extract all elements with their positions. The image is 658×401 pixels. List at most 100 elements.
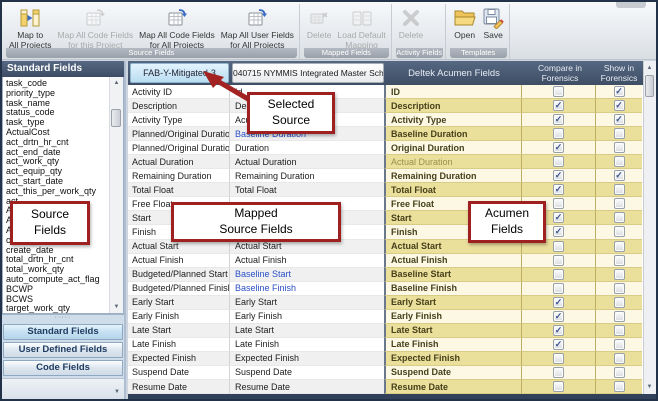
list-item[interactable]: act_this_per_work_qty <box>6 187 109 197</box>
mapped-field-cell[interactable]: Baseline Start <box>230 268 384 282</box>
show-checkbox[interactable]: ✓ <box>614 86 625 97</box>
compare-checkbox[interactable]: ✓ <box>553 226 564 237</box>
mapped-field-cell[interactable]: Remaining Duration <box>230 169 384 183</box>
show-checkbox[interactable] <box>614 184 625 195</box>
mapped-field-cell[interactable]: Early Finish <box>230 310 384 324</box>
save-button[interactable]: Save <box>480 4 507 43</box>
source-field-cell[interactable]: Actual Duration <box>128 155 230 169</box>
source-field-cell[interactable]: Budgeted/Planned Start <box>128 268 230 282</box>
compare-checkbox[interactable]: ✓ <box>553 170 564 181</box>
show-checkbox[interactable] <box>614 128 625 139</box>
scrollbar-thumb[interactable] <box>645 75 654 97</box>
compare-checkbox[interactable] <box>553 128 564 139</box>
scroll-down-icon[interactable]: ▼ <box>110 301 123 313</box>
compare-checkbox[interactable]: ✓ <box>553 142 564 153</box>
compare-checkbox[interactable]: ✓ <box>553 114 564 125</box>
compare-cell: ✓ <box>522 141 596 155</box>
show-cell <box>596 225 642 239</box>
mapped-field-cell[interactable]: Actual Finish <box>230 254 384 268</box>
scrollbar-thumb[interactable] <box>111 109 121 127</box>
callout-mapped-source-fields: Mapped Source Fields <box>171 202 341 242</box>
map-all-code-fields-for-all-projects-button[interactable]: Map All Code Fields for All Projects <box>136 4 218 53</box>
show-checkbox[interactable] <box>614 255 625 266</box>
source-field-cell[interactable]: Activity Type <box>128 113 230 127</box>
source-field-cell[interactable]: Late Finish <box>128 338 230 352</box>
show-checkbox[interactable]: ✓ <box>614 100 625 111</box>
mapped-field-cell[interactable]: Resume Date <box>230 380 384 394</box>
mapped-field-cell[interactable]: Duration <box>230 141 384 155</box>
compare-checkbox[interactable] <box>553 283 564 294</box>
show-checkbox[interactable] <box>614 381 625 392</box>
compare-cell: ✓ <box>522 99 596 113</box>
show-checkbox[interactable]: ✓ <box>614 170 625 181</box>
source-field-cell[interactable]: Planned/Original Duration <box>128 141 230 155</box>
sidebar-tab-user-defined-fields[interactable]: User Defined Fields <box>3 342 123 358</box>
open-button[interactable]: Open <box>450 4 480 43</box>
show-checkbox[interactable] <box>614 325 625 336</box>
compare-checkbox[interactable]: ✓ <box>553 297 564 308</box>
source-field-cell[interactable]: Suspend Date <box>128 366 230 380</box>
show-checkbox[interactable] <box>614 311 625 322</box>
map-all-user-fields-for-all-projects-button[interactable]: Map All User Fields for All Projects <box>218 4 297 53</box>
show-checkbox[interactable] <box>614 198 625 209</box>
chevron-down-icon[interactable]: ▼ <box>114 389 120 395</box>
field-items: task_codepriority_typetask_namestatus_co… <box>6 79 109 314</box>
show-cell <box>596 155 642 169</box>
compare-checkbox[interactable] <box>553 255 564 266</box>
source-field-cell[interactable]: Remaining Duration <box>128 169 230 183</box>
source-field-cell[interactable]: Early Start <box>128 296 230 310</box>
show-checkbox[interactable] <box>614 241 625 252</box>
show-checkbox[interactable] <box>614 142 625 153</box>
source-field-cell[interactable]: Budgeted/Planned Finish <box>128 282 230 296</box>
source-field-cell[interactable]: Late Start <box>128 324 230 338</box>
source-field-cell[interactable]: Actual Finish <box>128 254 230 268</box>
compare-checkbox[interactable] <box>553 156 564 167</box>
compare-checkbox[interactable]: ✓ <box>553 100 564 111</box>
mapped-field-cell[interactable]: Late Start <box>230 324 384 338</box>
compare-checkbox[interactable]: ✓ <box>553 311 564 322</box>
compare-checkbox[interactable]: ✓ <box>553 325 564 336</box>
compare-checkbox[interactable] <box>553 241 564 252</box>
table-bottom-strip <box>128 394 656 399</box>
compare-checkbox[interactable] <box>553 353 564 364</box>
compare-checkbox[interactable] <box>553 269 564 280</box>
show-checkbox[interactable] <box>614 156 625 167</box>
mapped-field-cell[interactable]: Baseline Finish <box>230 282 384 296</box>
scroll-up-icon[interactable]: ▲ <box>644 62 655 74</box>
show-checkbox[interactable] <box>614 269 625 280</box>
delete-button: Delete <box>396 4 427 43</box>
source-field-cell[interactable]: Expected Finish <box>128 352 230 366</box>
mapped-field-cell[interactable]: Total Float <box>230 183 384 197</box>
mapped-field-cell[interactable]: Early Start <box>230 296 384 310</box>
source-field-cell[interactable]: Total Float <box>128 183 230 197</box>
source-field-cell[interactable]: Planned/Original Duration <box>128 127 230 141</box>
source-field-cell[interactable]: Resume Date <box>128 380 230 394</box>
sidebar-tab-code-fields[interactable]: Code Fields <box>3 360 123 376</box>
mapped-field-cell[interactable]: Expected Finish <box>230 352 384 366</box>
show-checkbox[interactable] <box>614 297 625 308</box>
show-checkbox[interactable] <box>614 226 625 237</box>
mapped-field-cell[interactable]: Late Finish <box>230 338 384 352</box>
compare-checkbox[interactable] <box>553 198 564 209</box>
mapped-field-cell[interactable]: Suspend Date <box>230 366 384 380</box>
compare-checkbox[interactable] <box>553 367 564 378</box>
sidebar-tab-standard-fields[interactable]: Standard Fields <box>3 324 123 340</box>
app-window: Map to All Projects Map All Code Fields f… <box>0 0 658 401</box>
map-to-all-projects-button[interactable]: Map to All Projects <box>6 4 55 53</box>
scroll-down-icon[interactable]: ▼ <box>644 381 655 393</box>
sidebar-splitter-handle[interactable]: ····· <box>2 314 124 322</box>
compare-checkbox[interactable] <box>553 86 564 97</box>
scroll-up-icon[interactable]: ▲ <box>110 77 123 89</box>
show-checkbox[interactable] <box>614 283 625 294</box>
show-checkbox[interactable]: ✓ <box>614 114 625 125</box>
show-checkbox[interactable] <box>614 353 625 364</box>
compare-checkbox[interactable]: ✓ <box>553 184 564 195</box>
mapped-field-cell[interactable]: Actual Duration <box>230 155 384 169</box>
compare-checkbox[interactable]: ✓ <box>553 212 564 223</box>
compare-checkbox[interactable] <box>553 381 564 392</box>
source-field-cell[interactable]: Early Finish <box>128 310 230 324</box>
show-checkbox[interactable] <box>614 212 625 223</box>
compare-checkbox[interactable]: ✓ <box>553 339 564 350</box>
show-checkbox[interactable] <box>614 339 625 350</box>
show-checkbox[interactable] <box>614 367 625 378</box>
